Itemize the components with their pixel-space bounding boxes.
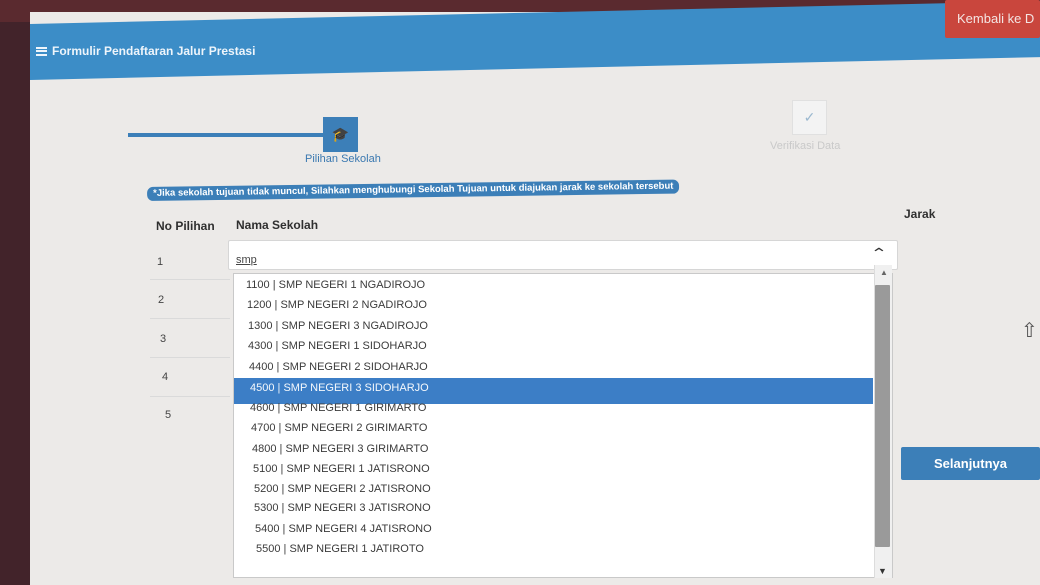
column-header-name: Nama Sekolah xyxy=(236,218,319,232)
dropdown-scroll-thumb[interactable] xyxy=(875,285,890,547)
row-number: 1 xyxy=(157,256,164,268)
dropdown-option[interactable]: 5300 | SMP NEGERI 3 JATISRONO xyxy=(254,502,431,522)
row-divider xyxy=(150,357,230,358)
step-1-button[interactable]: 🎓 xyxy=(323,117,358,152)
dropdown-option-selected[interactable]: 4500 | SMP NEGERI 3 SIDOHARJO xyxy=(234,378,873,404)
back-button[interactable]: Kembali ke D xyxy=(945,0,1040,38)
row-number: 2 xyxy=(158,294,165,306)
row-number: 5 xyxy=(165,409,172,421)
row-divider xyxy=(150,396,230,397)
dropdown-option[interactable]: 4800 | SMP NEGERI 3 GIRIMARTO xyxy=(252,443,428,463)
scroll-up-icon[interactable]: ▲ xyxy=(880,268,888,277)
dropdown-option[interactable]: 5500 | SMP NEGERI 1 JATIROTO xyxy=(256,543,424,563)
dropdown-option[interactable]: 4600 | SMP NEGERI 1 GIRIMARTO xyxy=(250,402,426,422)
graduation-cap-icon: 🎓 xyxy=(331,126,350,142)
dropdown-option[interactable]: 5100 | SMP NEGERI 1 JATISRONO xyxy=(253,463,430,483)
row-divider xyxy=(150,279,230,280)
page-title: Formulir Pendaftaran Jalur Prestasi xyxy=(36,44,255,58)
scroll-down-icon[interactable]: ▼ xyxy=(878,566,887,576)
school-select[interactable] xyxy=(228,240,898,270)
column-header-distance: Jarak xyxy=(904,207,936,221)
dropdown-option[interactable]: 5400 | SMP NEGERI 4 JATISRONO xyxy=(255,523,432,543)
page-title-text: Formulir Pendaftaran Jalur Prestasi xyxy=(52,44,256,58)
mouse-cursor-icon: ⇧ xyxy=(1021,320,1038,342)
dropdown-option[interactable]: 5200 | SMP NEGERI 2 JATISRONO xyxy=(254,483,431,503)
dropdown-option[interactable]: 4300 | SMP NEGERI 1 SIDOHARJO xyxy=(248,340,427,360)
chevron-up-icon[interactable]: ⌃ xyxy=(870,245,888,262)
row-divider xyxy=(150,318,230,319)
check-icon: ✓ xyxy=(803,109,816,125)
school-select-value[interactable]: smp xyxy=(236,254,257,266)
row-number: 4 xyxy=(162,371,169,383)
row-number: 3 xyxy=(160,333,167,345)
dropdown-option[interactable]: 1200 | SMP NEGERI 2 NGADIROJO xyxy=(247,299,427,319)
step-progress-line xyxy=(128,133,328,137)
next-button[interactable]: Selanjutnya xyxy=(901,447,1040,480)
background-left xyxy=(0,0,30,585)
list-icon xyxy=(36,46,47,56)
dropdown-option[interactable]: 1300 | SMP NEGERI 3 NGADIROJO xyxy=(248,320,428,340)
step-1-label: Pilihan Sekolah xyxy=(305,153,381,165)
dropdown-option[interactable]: 1100 | SMP NEGERI 1 NGADIROJO xyxy=(246,279,425,299)
step-2-button[interactable]: ✓ xyxy=(792,100,827,135)
step-2-label: Verifikasi Data xyxy=(770,140,841,152)
dropdown-option[interactable]: 4700 | SMP NEGERI 2 GIRIMARTO xyxy=(251,422,427,442)
column-header-no: No Pilihan xyxy=(156,219,215,233)
